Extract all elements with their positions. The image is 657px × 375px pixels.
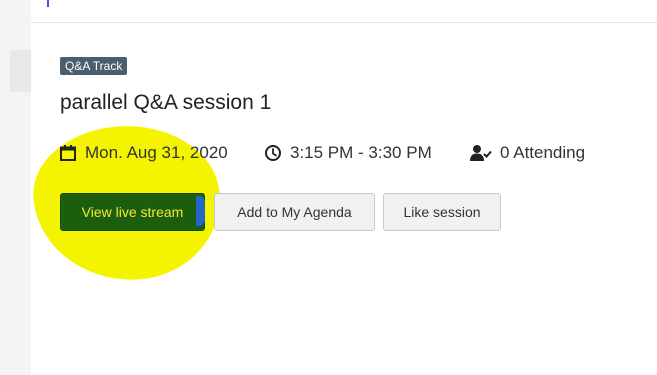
left-gutter [0, 0, 31, 375]
top-edge-mark [47, 0, 49, 7]
clock-icon [265, 145, 281, 161]
left-gutter-band [10, 50, 31, 92]
session-date: Mon. Aug 31, 2020 [59, 141, 228, 165]
like-session-button[interactable]: Like session [383, 193, 501, 231]
session-time: 3:15 PM - 3:30 PM [264, 141, 432, 165]
track-badge: Q&A Track [60, 57, 128, 75]
session-attendance: 0 Attending [470, 141, 585, 165]
view-live-stream-button[interactable]: View live stream [60, 193, 205, 231]
add-to-agenda-button[interactable]: Add to My Agenda [214, 193, 375, 231]
session-date-text: Mon. Aug 31, 2020 [85, 143, 228, 162]
session-title: parallel Q&A session 1 [60, 91, 272, 114]
session-time-text: 3:15 PM - 3:30 PM [290, 143, 432, 162]
user-check-icon [470, 145, 492, 161]
calendar-icon [60, 145, 76, 161]
live-button-accent [196, 196, 205, 226]
session-attendance-text: 0 Attending [500, 143, 586, 162]
